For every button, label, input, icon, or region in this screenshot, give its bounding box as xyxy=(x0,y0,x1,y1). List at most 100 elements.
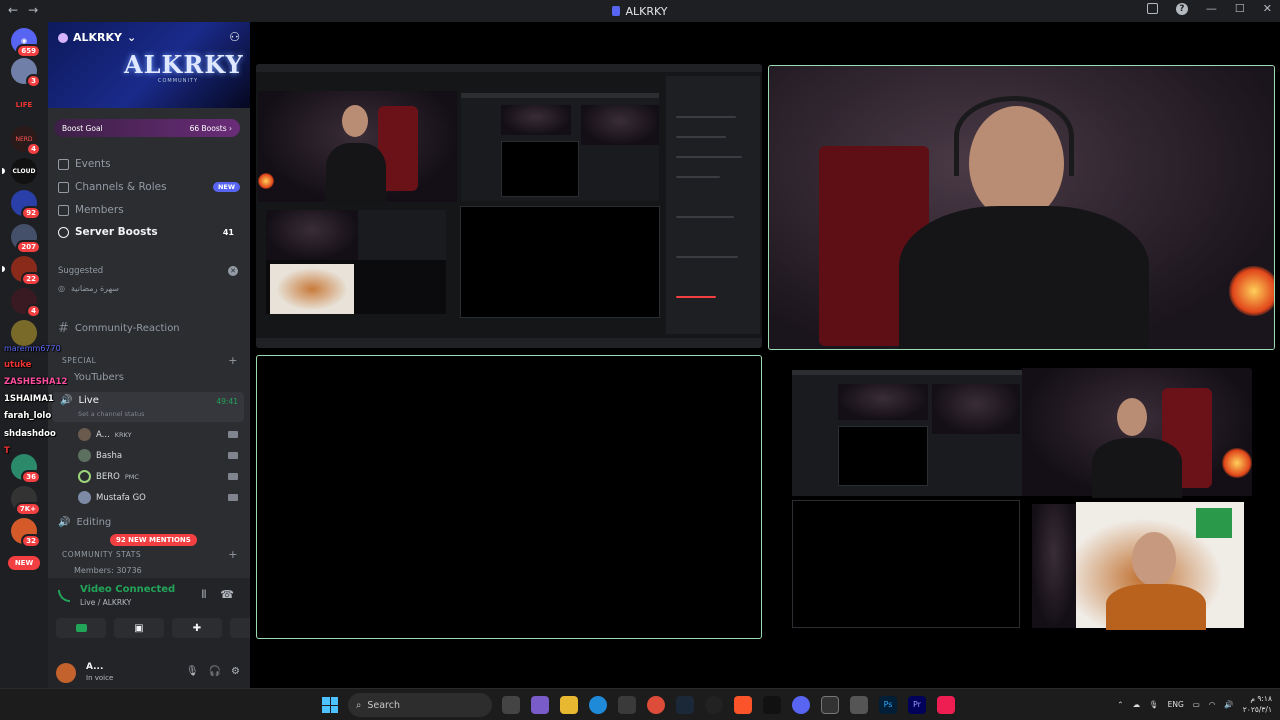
new-unreads-pill[interactable]: NEW xyxy=(8,556,40,570)
disconnect-icon[interactable]: ☎ xyxy=(220,588,234,602)
maximize-button[interactable]: ☐ xyxy=(1235,2,1245,15)
noise-suppression-icon[interactable]: ⫴ xyxy=(202,588,207,602)
premiere-icon[interactable]: Pr xyxy=(908,696,926,714)
obs-icon[interactable] xyxy=(705,696,723,714)
boost-goal-bar[interactable]: Boost Goal 66 Boosts › xyxy=(54,119,240,137)
menu-item-server-boosts[interactable]: Server Boosts 41 xyxy=(58,226,240,238)
microphone-icon[interactable]: 🎙 xyxy=(186,666,199,677)
server-icon[interactable]: 207 xyxy=(11,224,41,254)
notification-badge: 207 xyxy=(16,240,41,254)
channel-youtubers[interactable]: YouTubers xyxy=(74,372,250,383)
user-name[interactable]: A... xyxy=(86,662,103,672)
voice-user-name: A... xyxy=(96,429,110,440)
activities-button[interactable]: ✚ xyxy=(172,618,222,638)
empty-video-tile[interactable] xyxy=(256,355,762,639)
invite-people-icon[interactable]: ⚇ xyxy=(229,30,240,44)
app-icon[interactable] xyxy=(850,696,868,714)
capcut-icon[interactable] xyxy=(763,696,781,714)
voice-user[interactable]: Basha xyxy=(78,449,238,462)
headphones xyxy=(954,96,1074,176)
photoshop-icon[interactable]: Ps xyxy=(879,696,897,714)
channel-members-stat[interactable]: Members: 30736 xyxy=(74,566,250,575)
voice-user[interactable]: A... KRKY xyxy=(78,428,238,441)
camera-button[interactable] xyxy=(56,618,106,638)
add-channel-icon[interactable]: + xyxy=(228,354,238,367)
voice-connection-panel: Video Connected Live / ALKRKY ⫴ ☎ ▣ ✚ ✦ xyxy=(48,578,250,658)
server-icon[interactable]: 22 xyxy=(2,256,41,286)
headphones-icon[interactable]: 🎧 xyxy=(209,666,221,677)
server-icon xyxy=(612,6,621,16)
soundboard-button[interactable]: ✦ xyxy=(230,618,250,638)
server-icon[interactable]: 3 xyxy=(11,58,41,88)
discord-home-icon[interactable]: ◉ 659 xyxy=(11,28,41,58)
server-rail: ◉ 659 3 LIFE NERD 4 CLOUD 92 207 22 4 36 7… xyxy=(0,22,48,688)
nested-empty-tile xyxy=(838,426,928,486)
inbox-icon[interactable] xyxy=(1146,3,1158,14)
menu-item-members[interactable]: Members xyxy=(58,204,240,216)
voice-user[interactable]: BERO PMC xyxy=(78,470,238,483)
file-explorer-icon[interactable] xyxy=(560,696,578,714)
server-icon[interactable]: 32 xyxy=(11,518,41,548)
close-button[interactable]: ✕ xyxy=(1263,2,1272,15)
minimize-button[interactable]: — xyxy=(1206,2,1217,15)
brave-icon[interactable] xyxy=(734,696,752,714)
dismiss-icon[interactable]: ✕ xyxy=(228,266,238,276)
server-icon[interactable]: CLOUD xyxy=(2,158,37,184)
copilot-icon[interactable] xyxy=(531,696,549,714)
windows-start-icon[interactable] xyxy=(322,697,338,713)
chevron-up-icon[interactable]: ⌃ xyxy=(1117,700,1123,709)
voice-user[interactable]: Mustafa GO xyxy=(78,491,238,504)
channel-status[interactable]: Set a channel status xyxy=(78,410,145,418)
server-icon[interactable]: 36 xyxy=(11,454,41,484)
category-community-stats[interactable]: COMMUNITY STATS + xyxy=(62,548,238,561)
voice-channel-live[interactable]: 🔊 Live 49:41 Set a channel status xyxy=(52,392,244,422)
wifi-icon[interactable]: ◠ xyxy=(1209,700,1216,709)
screen-share-tile[interactable] xyxy=(256,64,762,348)
screen-share-tile-2[interactable] xyxy=(790,368,1252,630)
suggested-item[interactable]: ◎ سهرة رمضانية xyxy=(58,284,238,293)
steam-icon[interactable] xyxy=(676,696,694,714)
members-icon xyxy=(58,204,69,216)
menu-item-events[interactable]: Events xyxy=(58,158,240,170)
server-icon[interactable]: 4 xyxy=(11,288,41,318)
camera-icon xyxy=(228,452,238,459)
server-icon[interactable]: LIFE xyxy=(11,92,37,118)
new-mentions-pill[interactable]: 92 NEW MENTIONS xyxy=(110,534,197,546)
discord-icon[interactable] xyxy=(792,696,810,714)
voice-status[interactable]: Video Connected xyxy=(80,584,175,595)
volume-icon[interactable]: 🔊 xyxy=(1224,700,1233,709)
settings-gear-icon[interactable]: ⚙ xyxy=(231,666,240,677)
help-icon[interactable]: ? xyxy=(1175,2,1188,15)
back-arrow-icon[interactable]: ← xyxy=(8,3,18,17)
camera-tile-main[interactable] xyxy=(768,65,1275,350)
app-icon[interactable] xyxy=(821,696,839,714)
edge-icon[interactable] xyxy=(589,696,607,714)
menu-item-channels-roles[interactable]: Channels & Roles NEW xyxy=(58,181,240,193)
chrome-icon[interactable] xyxy=(647,696,665,714)
server-icon[interactable] xyxy=(11,320,37,346)
add-channel-icon[interactable]: + xyxy=(228,548,238,561)
category-special[interactable]: SPECIAL + xyxy=(62,354,238,367)
taskbar-search[interactable]: ⌕ Search xyxy=(348,693,492,717)
cloud-icon[interactable]: ☁ xyxy=(1133,700,1141,709)
monitor-icon[interactable]: ▭ xyxy=(1193,700,1200,709)
server-icon[interactable]: 7K+ xyxy=(11,486,41,516)
server-name-button[interactable]: ALKRKY ⌄ xyxy=(58,31,136,44)
forward-arrow-icon[interactable]: → xyxy=(28,3,38,17)
torso xyxy=(1106,584,1206,630)
task-view-icon[interactable] xyxy=(502,696,520,714)
screen-share-button[interactable]: ▣ xyxy=(114,618,164,638)
title-bar: ← → ALKRKY ? — ☐ ✕ xyxy=(0,0,1280,22)
speaker-icon: 🔊 xyxy=(58,517,71,528)
tiktok-icon[interactable] xyxy=(937,696,955,714)
server-icon[interactable]: 92 xyxy=(11,190,41,220)
microphone-icon[interactable]: 🎙 xyxy=(1149,700,1159,709)
channel-community-reaction[interactable]: # Community-Reaction xyxy=(58,321,240,336)
voice-channel-editing[interactable]: 🔊 Editing xyxy=(58,517,240,528)
voice-channel-path[interactable]: Live / ALKRKY xyxy=(80,598,131,607)
clock[interactable]: ٩:١٨ م ٢٠٢٥/٣/١ xyxy=(1243,693,1272,715)
server-icon[interactable]: NERD 4 xyxy=(11,126,41,156)
language-indicator[interactable]: ENG xyxy=(1168,700,1184,709)
store-icon[interactable] xyxy=(618,696,636,714)
avatar[interactable] xyxy=(56,663,76,683)
